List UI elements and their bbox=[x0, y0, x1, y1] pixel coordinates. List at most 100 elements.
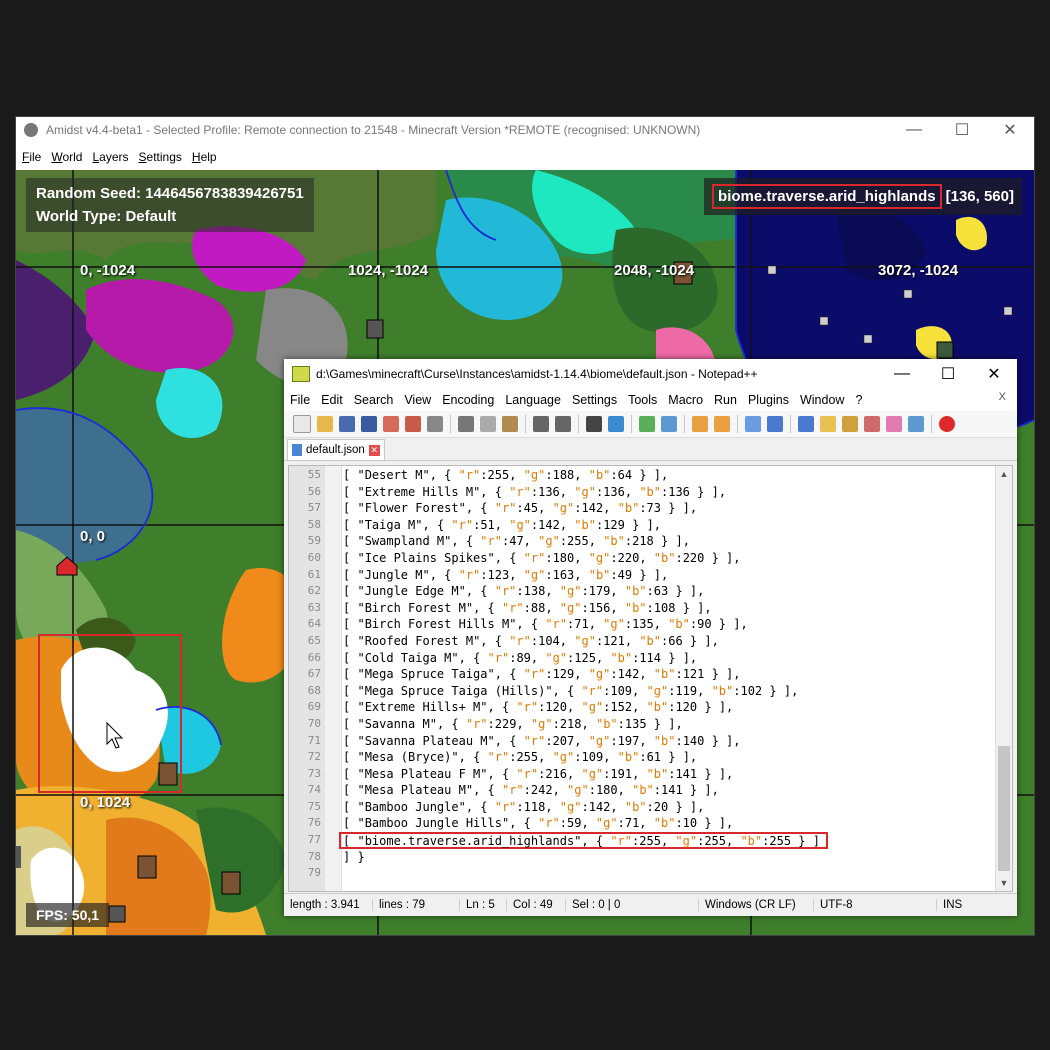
toolbar-separator bbox=[525, 415, 526, 433]
maximize-icon[interactable]: ☐ bbox=[925, 359, 971, 389]
indent-guide-icon[interactable] bbox=[798, 416, 814, 432]
new-file-icon[interactable] bbox=[293, 415, 311, 433]
json-value: 118 bbox=[523, 799, 546, 814]
json-value: 45 bbox=[523, 501, 539, 516]
zoom-in-icon[interactable] bbox=[639, 416, 655, 432]
save-all-icon[interactable] bbox=[361, 416, 377, 432]
amidst-titlebar[interactable]: Amidst v4.4-beta1 - Selected Profile: Re… bbox=[16, 117, 1034, 143]
line-number: 58 bbox=[307, 517, 321, 531]
menu-tools[interactable]: Tools bbox=[628, 393, 657, 407]
open-file-icon[interactable] bbox=[317, 416, 333, 432]
monitoring-icon[interactable] bbox=[908, 416, 924, 432]
minimize-icon[interactable]: — bbox=[879, 359, 925, 389]
json-value: 121 bbox=[682, 667, 705, 682]
biome-name-string: Birch Forest Hills M bbox=[364, 617, 510, 632]
menu-edit[interactable]: Edit bbox=[321, 393, 343, 407]
json-value: 163 bbox=[552, 567, 575, 582]
menu-run[interactable]: Run bbox=[714, 393, 737, 407]
scroll-down-icon[interactable]: ▼ bbox=[996, 875, 1012, 891]
sync-vertical-icon[interactable] bbox=[692, 416, 708, 432]
copy-icon[interactable] bbox=[480, 416, 496, 432]
menu-file[interactable]: File bbox=[22, 150, 41, 164]
json-value: 136 bbox=[538, 484, 560, 499]
menu-macro[interactable]: Macro bbox=[668, 393, 703, 407]
json-key: "r" bbox=[509, 633, 531, 648]
menu-plugins[interactable]: Plugins bbox=[748, 393, 789, 407]
json-value: 136 bbox=[668, 484, 690, 499]
json-value: 123 bbox=[487, 567, 510, 582]
npp-titlebar[interactable]: d:\Games\minecraft\Curse\Instances\amids… bbox=[284, 359, 1017, 389]
minimize-icon[interactable]: — bbox=[890, 117, 938, 143]
replace-icon[interactable] bbox=[608, 416, 624, 432]
code-line: 58 [ "Taiga M", { "r":51, "g":142, "b":12… bbox=[289, 517, 995, 534]
tab-close-icon[interactable]: ✕ bbox=[368, 444, 380, 456]
biome-name: biome.traverse.arid_highlands bbox=[712, 184, 942, 209]
close-all-icon[interactable] bbox=[405, 416, 421, 432]
menu-search[interactable]: Search bbox=[354, 393, 394, 407]
function-list-icon[interactable] bbox=[864, 416, 880, 432]
json-value: 179 bbox=[588, 584, 611, 599]
show-all-chars-icon[interactable] bbox=[767, 416, 783, 432]
code-line: 67 [ "Mega Spruce Taiga", { "r":129, "g":… bbox=[289, 666, 995, 683]
close-icon[interactable]: ✕ bbox=[971, 359, 1017, 389]
menu-settings[interactable]: Settings bbox=[572, 393, 617, 407]
word-wrap-icon[interactable] bbox=[745, 416, 761, 432]
document-map-icon[interactable] bbox=[842, 416, 858, 432]
code-text: [ "Mesa (Bryce)", { "r":255, "g":109, "b… bbox=[343, 750, 698, 765]
code-line: 59 [ "Swampland M", { "r":47, "g":255, "b… bbox=[289, 533, 995, 550]
menu-help[interactable]: ? bbox=[855, 393, 862, 407]
line-number: 57 bbox=[307, 501, 321, 515]
biome-name-string: Mega Spruce Taiga (Hills) bbox=[364, 683, 546, 698]
close-document-icon[interactable]: X bbox=[999, 391, 1006, 403]
json-value: 129 bbox=[552, 667, 575, 682]
npp-statusbar: length : 3.941 lines : 79 Ln : 5 Col : 4… bbox=[284, 893, 1017, 916]
code-text: [ "Jungle Edge M", { "r":138, "g":179, "… bbox=[343, 584, 705, 599]
menu-help[interactable]: Help bbox=[192, 150, 217, 164]
line-number: 61 bbox=[307, 567, 321, 581]
biome-name-string: Mega Spruce Taiga bbox=[364, 667, 488, 682]
undo-icon[interactable] bbox=[533, 416, 549, 432]
menu-language[interactable]: Language bbox=[505, 393, 561, 407]
menu-world[interactable]: World bbox=[51, 150, 82, 164]
code-editor[interactable]: 55 [ "Desert M", { "r":255, "g":188, "b":… bbox=[288, 465, 1013, 892]
toolbar-separator bbox=[790, 415, 791, 433]
vertical-scrollbar[interactable]: ▲ ▼ bbox=[995, 466, 1012, 891]
menu-encoding[interactable]: Encoding bbox=[442, 393, 494, 407]
scroll-up-icon[interactable]: ▲ bbox=[996, 466, 1012, 482]
zoom-out-icon[interactable] bbox=[661, 416, 677, 432]
npp-menubar: File Edit Search View Encoding Language … bbox=[284, 389, 1017, 411]
udl-icon[interactable] bbox=[820, 416, 836, 432]
code-line: 74 [ "Mesa Plateau M", { "r":242, "g":180… bbox=[289, 782, 995, 799]
line-number: 71 bbox=[307, 733, 321, 747]
paste-icon[interactable] bbox=[502, 416, 518, 432]
json-key: "r" bbox=[465, 716, 488, 731]
close-file-icon[interactable] bbox=[383, 416, 399, 432]
json-value: 129 bbox=[603, 517, 625, 532]
find-icon[interactable] bbox=[586, 416, 602, 432]
code-line: 71 [ "Savanna Plateau M", { "r":207, "g":… bbox=[289, 733, 995, 750]
menu-settings[interactable]: Settings bbox=[139, 150, 182, 164]
code-line: 64 [ "Birch Forest Hills M", { "r":71, "g… bbox=[289, 616, 995, 633]
cut-icon[interactable] bbox=[458, 416, 474, 432]
line-number: 63 bbox=[307, 600, 321, 614]
maximize-icon[interactable]: ☐ bbox=[938, 117, 986, 143]
json-value: 255 bbox=[704, 834, 726, 849]
folder-workspace-icon[interactable] bbox=[886, 416, 902, 432]
menu-view[interactable]: View bbox=[404, 393, 431, 407]
tab-default-json[interactable]: default.json ✕ bbox=[287, 439, 385, 460]
amidst-app-icon bbox=[24, 123, 38, 137]
menu-window[interactable]: Window bbox=[800, 393, 844, 407]
json-value: 125 bbox=[574, 650, 596, 665]
close-icon[interactable]: ✕ bbox=[986, 117, 1034, 143]
scrollbar-thumb[interactable] bbox=[998, 746, 1010, 871]
redo-icon[interactable] bbox=[555, 416, 571, 432]
menu-file[interactable]: File bbox=[290, 393, 310, 407]
save-icon[interactable] bbox=[339, 416, 355, 432]
sync-horizontal-icon[interactable] bbox=[714, 416, 730, 432]
menu-layers[interactable]: Layers bbox=[92, 150, 128, 164]
print-icon[interactable] bbox=[427, 416, 443, 432]
json-key: "r" bbox=[494, 799, 517, 814]
coord-label: 0, -1024 bbox=[80, 262, 136, 279]
record-macro-icon[interactable] bbox=[939, 416, 955, 432]
json-key: "g" bbox=[574, 633, 596, 648]
